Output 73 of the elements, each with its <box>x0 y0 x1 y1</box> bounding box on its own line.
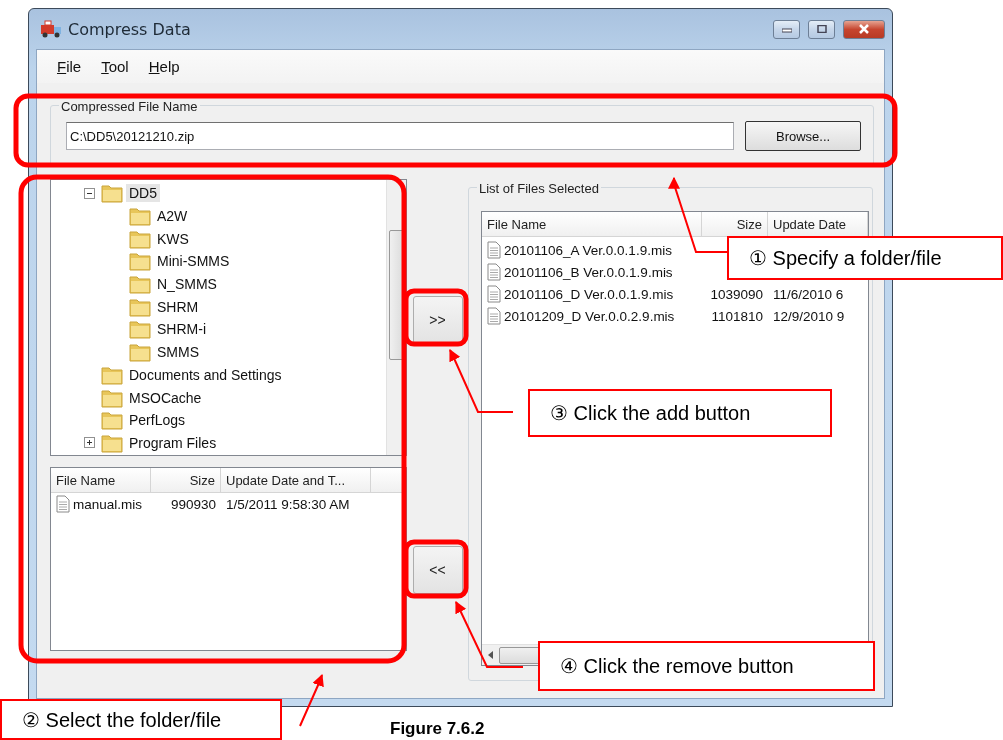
file-date: 1/5/2011 9:58:30 AM <box>225 496 351 512</box>
folder-icon <box>129 342 151 363</box>
file-date: 11/6/2010 6 <box>773 286 844 302</box>
folder-name[interactable]: Documents and Settings <box>126 365 285 384</box>
column-header[interactable]: Update Date and T... <box>221 468 371 492</box>
arrow <box>449 348 514 413</box>
callout-tooltip: ② Select the folder/file <box>0 699 282 740</box>
group-label: Compressed File Name <box>59 100 200 113</box>
folder-icon <box>129 296 151 317</box>
file-name[interactable]: manual.mis <box>73 496 143 512</box>
group-label: List of Files Selected <box>477 182 601 195</box>
collapse-toggle[interactable] <box>84 187 95 199</box>
add-button[interactable]: >> <box>412 296 463 344</box>
callout-tooltip: ④ Click the remove button <box>538 641 875 691</box>
folder-name[interactable]: KWS <box>154 229 192 248</box>
document-icon <box>487 241 501 259</box>
file-path-field[interactable]: C:\DD5\20121210.zip <box>66 122 735 150</box>
folder-name[interactable]: N_SMMS <box>154 275 220 294</box>
folder-name[interactable]: Mini-SMMS <box>154 252 233 271</box>
folder-icon <box>129 228 151 249</box>
arrow <box>455 600 524 668</box>
truck-icon <box>40 19 62 39</box>
file-name[interactable]: 20101209_D Ver.0.0.2.9.mis <box>504 308 675 324</box>
folder-icon <box>129 274 151 295</box>
minimize-icon <box>781 25 792 33</box>
folder-icon <box>101 410 123 431</box>
folder-name[interactable]: SMMS <box>154 343 202 362</box>
expand-toggle[interactable] <box>84 437 95 449</box>
file-date: 12/9/2010 9 <box>773 308 845 324</box>
menu-item[interactable]: File <box>49 56 90 77</box>
folder-name[interactable]: A2W <box>154 207 191 226</box>
folder-icon <box>129 206 151 227</box>
arrow <box>299 673 324 727</box>
plus-icon <box>86 439 93 447</box>
document-icon <box>487 307 501 325</box>
folder-name[interactable]: SHRM-i <box>154 320 209 339</box>
file-size: 1101810 <box>711 308 763 324</box>
menu-item[interactable]: Tool <box>93 56 137 77</box>
folder-icon <box>129 319 151 340</box>
maximize-button[interactable] <box>808 19 835 39</box>
callout-tooltip: ① Specify a folder/file <box>727 236 1003 280</box>
callout-tooltip: ③ Click the add button <box>528 389 832 437</box>
column-header[interactable]: File Name <box>482 212 702 236</box>
remove-button[interactable]: << <box>412 546 463 594</box>
column-header[interactable]: File Name <box>51 468 151 492</box>
column-header[interactable]: Size <box>151 468 221 492</box>
folder-name[interactable]: Program Files <box>126 433 220 452</box>
left-arrow-icon[interactable] <box>488 651 493 659</box>
document-icon <box>56 495 70 513</box>
minimize-button[interactable] <box>773 19 800 39</box>
file-name[interactable]: 20101106_A Ver.0.0.1.9.mis <box>504 242 672 258</box>
folder-name[interactable]: MSOCache <box>126 388 205 407</box>
file-size: 990930 <box>169 496 217 512</box>
browse-button[interactable]: Browse... <box>745 121 861 151</box>
maximize-icon <box>816 25 827 33</box>
folder-icon <box>101 387 123 408</box>
close-button[interactable] <box>843 19 885 39</box>
file-size: 1039090 <box>710 286 763 302</box>
folder-icon <box>101 364 123 385</box>
folder-name[interactable]: PerfLogs <box>126 411 189 430</box>
window-title: Compress Data <box>68 19 191 39</box>
folder-name[interactable]: SHRM <box>154 297 202 316</box>
folder-icon <box>101 183 123 204</box>
folder-icon <box>129 251 151 272</box>
document-icon <box>487 263 501 281</box>
close-icon <box>858 24 870 34</box>
figure-caption: Figure 7.6.2 <box>390 719 485 739</box>
file-name[interactable]: 20101106_B Ver.0.0.1.9.mis <box>504 264 673 280</box>
folder-icon <box>101 432 123 453</box>
folder-name[interactable]: DD5 <box>126 184 160 203</box>
document-icon <box>487 285 501 303</box>
file-name[interactable]: 20101106_D Ver.0.0.1.9.mis <box>504 286 674 302</box>
menu-item[interactable]: Help <box>140 56 188 77</box>
